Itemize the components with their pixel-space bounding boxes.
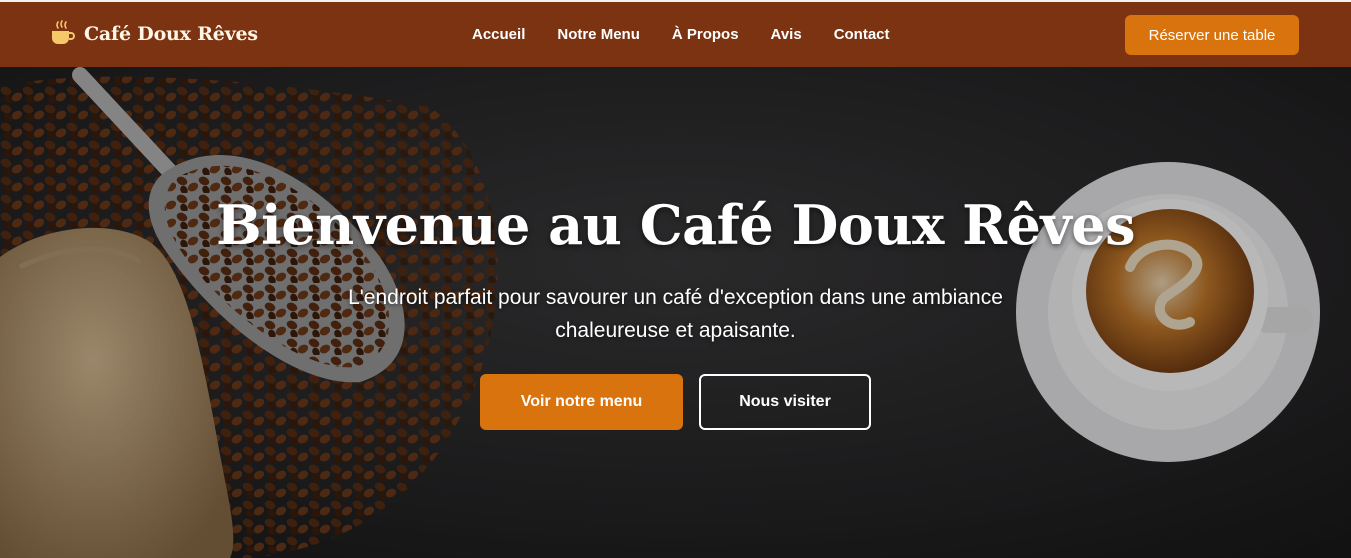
nav-link-notre-menu[interactable]: Notre Menu	[557, 26, 640, 43]
main-nav: Accueil Notre Menu À Propos Avis Contact	[472, 26, 922, 43]
nav-link-contact[interactable]: Contact	[834, 26, 890, 43]
reserve-table-button[interactable]: Réserver une table	[1125, 15, 1299, 55]
nav-link-accueil[interactable]: Accueil	[472, 26, 525, 43]
hero-section: Bienvenue au Café Doux Rêves L'endroit p…	[0, 67, 1351, 558]
nav-link-a-propos[interactable]: À Propos	[672, 26, 739, 43]
brand-name: Café Doux Rêves	[84, 23, 258, 45]
nav-link-avis[interactable]: Avis	[771, 26, 802, 43]
hero-title: Bienvenue au Café Doux Rêves	[215, 193, 1136, 257]
navbar: Café Doux Rêves Accueil Notre Menu À Pro…	[0, 0, 1351, 67]
hero-subtitle: L'endroit parfait pour savourer un café …	[348, 286, 1003, 342]
view-menu-button[interactable]: Voir notre menu	[480, 374, 683, 430]
visit-us-button[interactable]: Nous visiter	[699, 374, 871, 430]
brand-logo[interactable]: Café Doux Rêves	[50, 20, 258, 48]
coffee-cup-icon	[50, 20, 76, 48]
